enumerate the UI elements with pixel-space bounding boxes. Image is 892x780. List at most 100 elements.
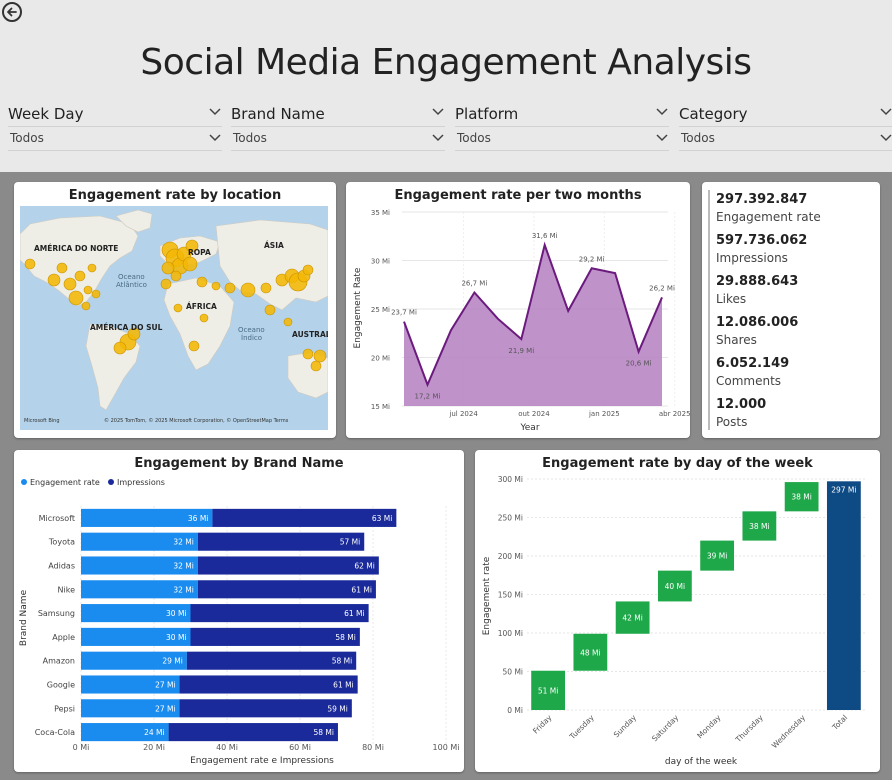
bar-impressions[interactable] <box>179 675 358 694</box>
location-bubble[interactable] <box>283 317 293 327</box>
data-label: 21,9 Mi <box>508 347 534 355</box>
bar-impressions[interactable] <box>190 604 369 623</box>
location-bubble[interactable] <box>264 304 276 316</box>
brand-chart-card: Engagement by Brand Name Engagement rate… <box>14 450 464 772</box>
chevron-down-icon[interactable] <box>655 105 669 119</box>
location-bubble[interactable] <box>240 282 256 298</box>
data-label: 61 Mi <box>344 609 364 618</box>
slicer-week-day[interactable]: Week Day Todos <box>8 100 222 156</box>
chevron-down-icon[interactable] <box>208 131 222 145</box>
location-bubble[interactable] <box>24 258 36 270</box>
chevron-down-icon[interactable] <box>431 131 445 145</box>
y-tick-label: 35 Mi <box>371 209 390 217</box>
legend-label[interactable]: Engagement rate <box>30 478 100 487</box>
slicer-platform[interactable]: Platform Todos <box>455 100 669 156</box>
y-tick-label: 30 Mi <box>371 258 390 266</box>
location-bubble[interactable] <box>87 263 97 273</box>
location-bubble[interactable] <box>313 349 327 363</box>
location-bubble[interactable] <box>63 277 77 291</box>
location-bubble[interactable] <box>47 273 61 287</box>
back-button[interactable] <box>2 2 22 22</box>
data-label: 32 Mi <box>173 585 193 594</box>
kpi-likes-value: 29.888.643 <box>716 274 799 289</box>
location-bubble[interactable] <box>160 278 172 290</box>
x-tick-label: abr 2025 <box>659 410 690 418</box>
location-bubble[interactable] <box>170 270 182 282</box>
kpi-accent-bar <box>708 190 710 430</box>
slicer-value[interactable]: Todos <box>681 131 715 145</box>
bar-impressions[interactable] <box>179 699 352 718</box>
kpi-impressions-value: 597.736.062 <box>716 233 808 248</box>
area-chart[interactable]: 15 Mi 20 Mi 25 Mi 30 Mi 35 Mi jul 2024 out 20… <box>346 182 690 438</box>
location-bubble[interactable] <box>56 262 68 274</box>
x-tick-label: 40 Mi <box>216 743 238 752</box>
bar-impressions[interactable] <box>197 580 376 599</box>
location-bubble[interactable] <box>224 282 236 294</box>
map-label: AMÉRICA DO NORTE <box>34 244 118 253</box>
chevron-down-icon[interactable] <box>879 105 892 119</box>
location-bubble[interactable] <box>211 281 221 291</box>
legend-label[interactable]: Impressions <box>117 478 165 487</box>
y-axis-title: Engagement Rate <box>353 267 363 348</box>
slicer-brand-name[interactable]: Brand Name Todos <box>231 100 445 156</box>
location-bubble[interactable] <box>161 261 175 275</box>
bar-total[interactable] <box>826 481 861 710</box>
data-label: 29,2 Mi <box>579 255 605 263</box>
location-bubble[interactable] <box>302 348 314 360</box>
brand-bar-chart[interactable]: Engagement rate Impressions Microsoft 36 … <box>14 450 464 772</box>
location-bubble[interactable] <box>188 340 200 352</box>
chevron-down-icon[interactable] <box>208 105 222 119</box>
location-bubble[interactable] <box>91 289 101 299</box>
map-attribution[interactable]: © 2025 TomTom, © 2025 Microsoft Corporat… <box>104 417 289 424</box>
chevron-down-icon[interactable] <box>879 131 892 145</box>
chart-legend: Engagement rate Impressions <box>21 478 165 487</box>
data-label: 27 Mi <box>155 704 175 713</box>
location-bubble[interactable] <box>310 360 322 372</box>
location-bubble[interactable] <box>260 282 272 294</box>
location-bubble[interactable] <box>81 301 91 311</box>
location-bubble[interactable] <box>68 290 84 306</box>
location-bubble[interactable] <box>199 313 209 323</box>
slicer-category[interactable]: Category Todos <box>679 100 892 156</box>
world-map[interactable]: AMÉRICA DO NORTE ROPA ÁSIA ÁFRICA AMÉRIC… <box>20 206 328 430</box>
category-label: Apple <box>52 633 75 642</box>
y-tick-label: 200 Mi <box>498 552 523 561</box>
map-label: ROPA <box>188 248 211 257</box>
kpi-card: 297.392.847 Engagement rate 597.736.062 … <box>702 182 880 438</box>
waterfall-card: Engagement rate by day of the week 0 Mi 5… <box>475 450 880 772</box>
category-label: Nike <box>58 585 76 594</box>
data-label: 59 Mi <box>327 704 347 713</box>
legend-marker <box>108 479 114 485</box>
map-label: Oceano <box>118 273 145 281</box>
map-label: AUSTRAL <box>292 330 328 339</box>
location-bubble[interactable] <box>173 303 183 313</box>
location-bubble[interactable] <box>74 270 86 282</box>
data-label: 20,6 Mi <box>626 360 652 368</box>
data-label: 61 Mi <box>333 681 353 690</box>
category-label: Samsung <box>38 609 75 618</box>
chevron-down-icon[interactable] <box>655 131 669 145</box>
slicer-label: Week Day <box>8 105 84 123</box>
location-bubble[interactable] <box>196 276 208 288</box>
location-bubble[interactable] <box>182 256 198 272</box>
slicer-label: Brand Name <box>231 105 325 123</box>
bar-impressions[interactable] <box>212 508 397 527</box>
legend-marker <box>21 479 27 485</box>
slicer-value[interactable]: Todos <box>457 131 491 145</box>
x-tick-label: 0 Mi <box>73 743 90 752</box>
location-bubble[interactable] <box>113 341 127 355</box>
chevron-down-icon[interactable] <box>431 105 445 119</box>
bar-impressions[interactable] <box>197 556 379 575</box>
data-label: 32 Mi <box>173 562 193 571</box>
location-bubble[interactable] <box>302 264 314 276</box>
slicer-label: Platform <box>455 105 519 123</box>
waterfall-chart[interactable]: 0 Mi50 Mi100 Mi150 Mi200 Mi250 Mi300 Mi … <box>475 450 880 772</box>
page-title: Social Media Engagement Analysis <box>140 42 752 83</box>
x-tick-label: jul 2024 <box>448 410 478 418</box>
slicer-value[interactable]: Todos <box>10 131 44 145</box>
x-axis-title: Engagement rate e Impressions <box>190 756 334 766</box>
data-label: 32 Mi <box>173 538 193 547</box>
x-tick-label: Saturday <box>650 713 681 744</box>
location-bubble[interactable] <box>83 285 93 295</box>
slicer-value[interactable]: Todos <box>233 131 267 145</box>
